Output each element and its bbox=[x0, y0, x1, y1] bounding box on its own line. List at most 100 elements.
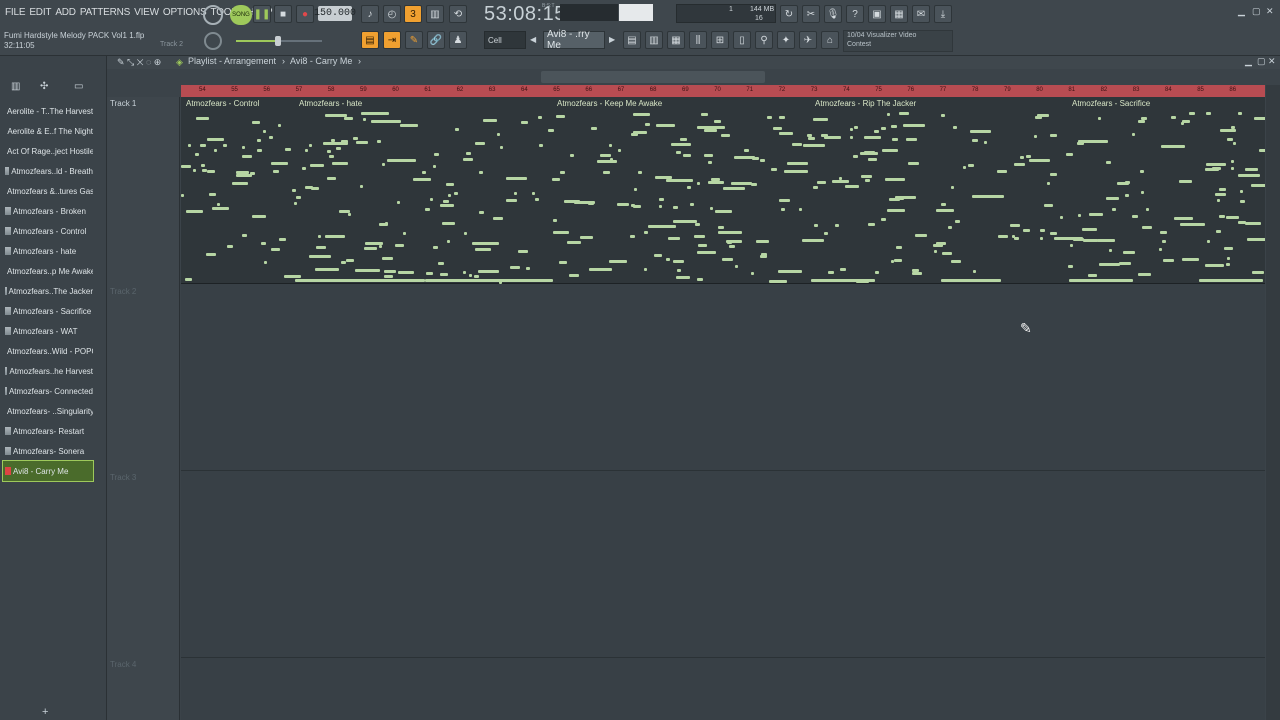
plugin-icon[interactable]: ⊞ bbox=[711, 31, 729, 49]
pattern-list-item[interactable]: Atmozfears - Sacrifice bbox=[3, 301, 93, 321]
pattern-next-icon[interactable]: ▶ bbox=[609, 35, 615, 44]
draw-tool-icon[interactable]: ✎ bbox=[405, 31, 423, 49]
step-edit-icon[interactable]: ▥ bbox=[426, 5, 444, 23]
midi-note bbox=[887, 209, 905, 212]
wait-input-icon[interactable]: ◴ bbox=[383, 5, 401, 23]
pattern-list-item[interactable]: Atmozfears - WAT bbox=[3, 321, 93, 341]
chat-icon[interactable]: ✉ bbox=[912, 5, 930, 23]
pattern-list-item[interactable]: Atmozfears..p Me Awake bbox=[3, 261, 93, 281]
undo-icon[interactable]: ↻ bbox=[780, 5, 798, 23]
midi-note bbox=[539, 144, 543, 147]
midi-note bbox=[472, 242, 499, 245]
browser-list-icon[interactable]: ▭ bbox=[74, 81, 83, 92]
cut-icon[interactable]: ✂ bbox=[802, 5, 820, 23]
channel-rack-icon[interactable]: ▦ bbox=[667, 31, 685, 49]
track-1-label[interactable]: Track 1 bbox=[107, 99, 180, 108]
maximize-icon[interactable]: ▢ bbox=[1252, 6, 1261, 17]
news-hint-panel[interactable]: 10/04 Visualizer Video Contest bbox=[843, 30, 953, 52]
midi-note bbox=[630, 235, 635, 238]
browser-tree-icon[interactable]: ✣ bbox=[40, 81, 48, 92]
pattern-list-item[interactable]: Aerolite - T..The Harvest bbox=[3, 101, 93, 121]
clip-title[interactable]: Atmozfears - hate bbox=[297, 98, 362, 109]
master-slider-handle[interactable] bbox=[275, 36, 281, 46]
midi-note bbox=[697, 126, 725, 129]
track-3-label[interactable]: Track 3 bbox=[107, 473, 180, 482]
mic-icon[interactable]: 🎙 bbox=[824, 5, 842, 23]
pattern-prev-icon[interactable]: ◀ bbox=[530, 35, 536, 44]
metronome-icon[interactable]: ♪ bbox=[361, 5, 379, 23]
wrench-icon[interactable]: ✦ bbox=[777, 31, 795, 49]
pattern-list-item[interactable]: Atmozfears..ld - Breath bbox=[3, 161, 93, 181]
help-icon[interactable]: ? bbox=[846, 5, 864, 23]
minimize-icon[interactable]: ▁ bbox=[1238, 6, 1245, 17]
clip-title[interactable]: Atmozfears - Sacrifice bbox=[1070, 98, 1150, 109]
midi-note bbox=[413, 178, 431, 181]
master-pitch-knob[interactable] bbox=[204, 32, 222, 50]
playlist-tools-icons[interactable]: ✎ ⤡ ⨉ ◌ ⊕ bbox=[117, 57, 161, 68]
pattern-list-item[interactable]: Atmozfears &..tures Gasp bbox=[3, 181, 93, 201]
loop-record-icon[interactable]: ⟲ bbox=[449, 5, 467, 23]
pattern-list-item[interactable]: Atmozfears- ..Singularity bbox=[3, 401, 93, 421]
pattern-list-item[interactable]: Avi8 - Carry Me bbox=[2, 460, 94, 482]
timeline-ruler[interactable]: 54 55 56 57 58 59 60 61 62 63 64 65 66 67 68 69 70 71 72 73… bbox=[181, 85, 1265, 97]
pattern-list-item[interactable]: Atmozfears - Control bbox=[3, 221, 93, 241]
pattern-selector[interactable]: Avi8 - .rry Me bbox=[543, 29, 605, 51]
pattern-list-item[interactable]: Atmozfears..he Harvest bbox=[3, 361, 93, 381]
multilink-icon[interactable]: ⇥ bbox=[383, 31, 401, 49]
tempo-display[interactable]: 150.000 bbox=[314, 6, 356, 21]
save-icon[interactable]: ▣ bbox=[868, 5, 886, 23]
mixer-icon[interactable]: ⫼ bbox=[689, 31, 707, 49]
midi-note bbox=[363, 118, 366, 121]
stop-icon[interactable]: ■ bbox=[274, 5, 292, 23]
midi-note bbox=[881, 218, 886, 221]
clip-title[interactable]: Atmozfears - Rip The Jacker bbox=[813, 98, 916, 109]
playlist-grid[interactable]: 54 55 56 57 58 59 60 61 62 63 64 65 66 67 68 69 70 71 72 73… bbox=[181, 85, 1265, 720]
export-icon[interactable]: ▦ bbox=[890, 5, 908, 23]
pattern-list-item[interactable]: Atmozfears - Broken bbox=[3, 201, 93, 221]
shop-icon[interactable]: ⌂ bbox=[821, 31, 839, 49]
snap-selector[interactable]: Cell bbox=[484, 31, 526, 49]
plug-icon[interactable]: ⚲ bbox=[755, 31, 773, 49]
link-icon[interactable]: 🔗 bbox=[427, 31, 445, 49]
vertical-scrollbar[interactable] bbox=[1266, 85, 1280, 720]
track-2-label[interactable]: Track 2 bbox=[107, 287, 180, 296]
record-icon[interactable]: ● bbox=[296, 5, 314, 23]
horizontal-scrollbar[interactable] bbox=[541, 71, 765, 83]
clip-title[interactable]: Atmozfears - Control bbox=[184, 98, 259, 109]
master-volume-knob[interactable] bbox=[203, 5, 223, 25]
pattern-list-item[interactable]: Atmozfears- Sonera bbox=[3, 441, 93, 461]
pause-icon[interactable]: ❚❚ bbox=[253, 5, 271, 23]
menu-options[interactable]: OPTIONS bbox=[163, 7, 207, 18]
piano-roll-icon[interactable]: ▥ bbox=[645, 31, 663, 49]
menu-patterns[interactable]: PATTERNS bbox=[80, 7, 130, 18]
clip-title[interactable]: Atmozfears - Keep Me Awake bbox=[555, 98, 662, 109]
playlist-maximize-icon[interactable]: ▢ bbox=[1257, 56, 1266, 67]
browser-icon[interactable]: ▯ bbox=[733, 31, 751, 49]
midi-note bbox=[1240, 200, 1245, 203]
play-pattern-icon[interactable]: ◈ bbox=[176, 57, 183, 68]
pattern-list-item[interactable]: Atmozfears..Wild - POPO bbox=[3, 341, 93, 361]
countdown-icon[interactable]: 3 bbox=[404, 5, 422, 23]
pattern-list-item[interactable]: Atmozfears - hate bbox=[3, 241, 93, 261]
download-icon[interactable]: ⤓ bbox=[934, 5, 952, 23]
close-icon[interactable]: ✕ bbox=[1266, 6, 1274, 17]
menu-file[interactable]: FILE bbox=[5, 7, 26, 18]
stamp-icon[interactable]: ♟ bbox=[449, 31, 467, 49]
menu-add[interactable]: ADD bbox=[55, 7, 76, 18]
menu-view[interactable]: VIEW bbox=[134, 7, 159, 18]
playlist-close-icon[interactable]: ✕ bbox=[1268, 56, 1276, 67]
performance-icon[interactable]: ✈ bbox=[799, 31, 817, 49]
pattern-list-item[interactable]: Atmozfears- Restart bbox=[3, 421, 93, 441]
pattern-list-item[interactable]: Aerolite & E..f The Night bbox=[3, 121, 93, 141]
menu-edit[interactable]: EDIT bbox=[29, 7, 51, 18]
add-item-icon[interactable]: + bbox=[42, 706, 48, 718]
browser-view-icon[interactable]: ▥ bbox=[11, 81, 20, 92]
playlist-icon[interactable]: ▤ bbox=[623, 31, 641, 49]
song-mode-button[interactable]: SONG bbox=[230, 5, 252, 25]
typing-keyboard-icon[interactable]: ▤ bbox=[361, 31, 379, 49]
pattern-list-item[interactable]: Act Of Rage..ject Hostile bbox=[3, 141, 93, 161]
track-4-label[interactable]: Track 4 bbox=[107, 660, 180, 669]
pattern-list-item[interactable]: Atmozfears..The Jacker bbox=[3, 281, 93, 301]
playlist-minimize-icon[interactable]: ▁ bbox=[1245, 56, 1252, 67]
pattern-list-item[interactable]: Atmozfears- Connected bbox=[3, 381, 93, 401]
